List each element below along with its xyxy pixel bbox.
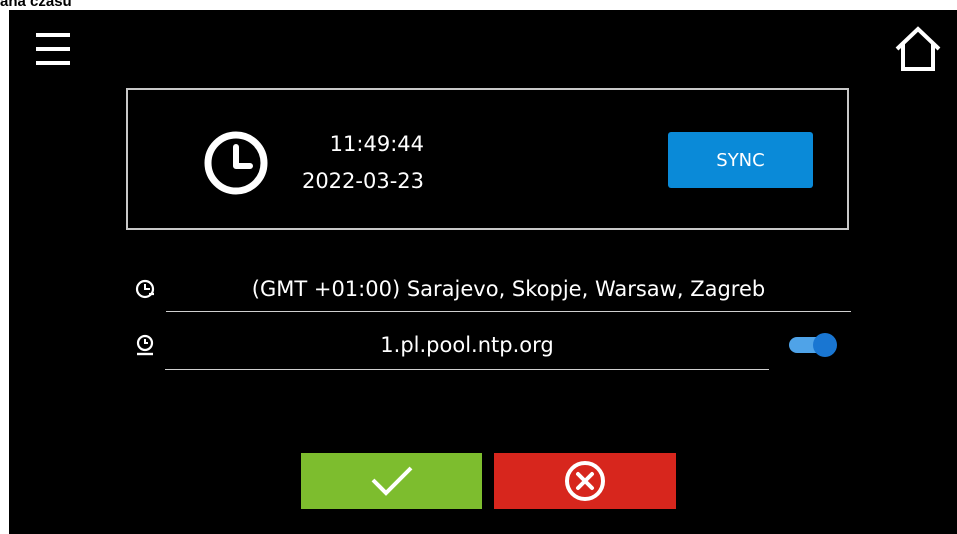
checkmark-icon [371,466,412,496]
current-time: 11:49:44 [329,132,424,156]
timezone-icon [135,279,155,299]
menu-button[interactable] [36,33,70,69]
cancel-button[interactable] [494,453,676,509]
current-time-panel: 11:49:44 2022-03-23 SYNC [126,88,849,230]
device-screen: 11:49:44 2022-03-23 SYNC (GMT +01:00) Sa… [9,10,957,534]
menu-bar-bottom [36,61,70,65]
ntp-sync-toggle[interactable] [789,333,837,357]
hamburger-menu-icon [36,33,70,37]
ntp-server-icon [136,334,154,356]
confirm-button[interactable] [301,453,482,509]
menu-bar-middle [36,47,70,51]
toggle-knob [813,333,837,357]
timezone-field[interactable]: (GMT +01:00) Sarajevo, Skopje, Warsaw, Z… [166,272,851,312]
current-date: 2022-03-23 [301,169,424,193]
home-icon [895,26,941,71]
home-button[interactable] [892,24,944,74]
document-caption: ana czasu [0,0,72,10]
ntp-server-field[interactable]: 1.pl.pool.ntp.org [165,328,769,370]
clock-icon [204,131,268,195]
sync-button[interactable]: SYNC [668,132,813,188]
cancel-x-icon [565,461,605,501]
